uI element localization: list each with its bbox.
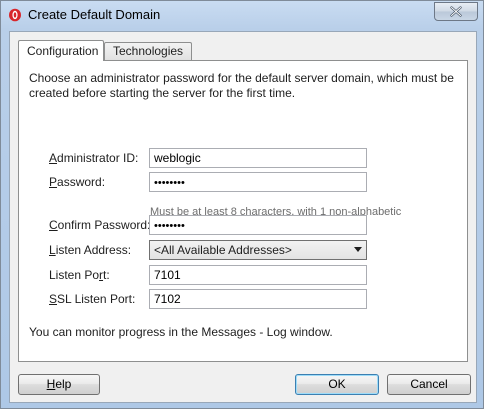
ok-button[interactable]: OK — [295, 374, 379, 395]
configuration-panel: Choose an administrator password for the… — [18, 60, 468, 362]
listen-address-label: Listen Address: — [49, 243, 132, 257]
listen-port-input[interactable] — [149, 265, 367, 285]
window-title: Create Default Domain — [28, 7, 161, 22]
listen-address-select[interactable]: <All Available Addresses> — [149, 240, 367, 260]
confirm-password-input[interactable] — [149, 215, 367, 235]
password-label: Password: — [49, 175, 106, 189]
listen-port-label: Listen Port: — [49, 268, 110, 282]
title-bar[interactable]: Create Default Domain — [1, 1, 483, 29]
jdeveloper-app-icon — [9, 8, 21, 22]
dropdown-arrow-icon[interactable] — [354, 247, 362, 252]
admin-id-input[interactable] — [149, 148, 367, 168]
confirm-password-label: Confirm Password: — [49, 218, 151, 232]
dialog-client-area: Configuration Technologies Choose an adm… — [9, 31, 477, 403]
close-icon — [450, 6, 462, 17]
help-button[interactable]: Help — [18, 374, 100, 395]
tab-configuration[interactable]: Configuration — [18, 40, 104, 61]
dialog-window: Create Default Domain Configuration Tech… — [0, 0, 484, 409]
ssl-listen-port-label: SSL Listen Port: — [49, 292, 136, 306]
close-button[interactable] — [434, 2, 478, 21]
tab-technologies[interactable]: Technologies — [104, 42, 192, 60]
password-input[interactable] — [149, 172, 367, 192]
cancel-button[interactable]: Cancel — [387, 374, 471, 395]
admin-id-label: Administrator ID: — [49, 151, 139, 165]
intro-text: Choose an administrator password for the… — [29, 71, 454, 100]
listen-address-value: <All Available Addresses> — [154, 243, 292, 257]
ssl-listen-port-input[interactable] — [149, 289, 367, 309]
monitor-text: You can monitor progress in the Messages… — [29, 325, 333, 339]
